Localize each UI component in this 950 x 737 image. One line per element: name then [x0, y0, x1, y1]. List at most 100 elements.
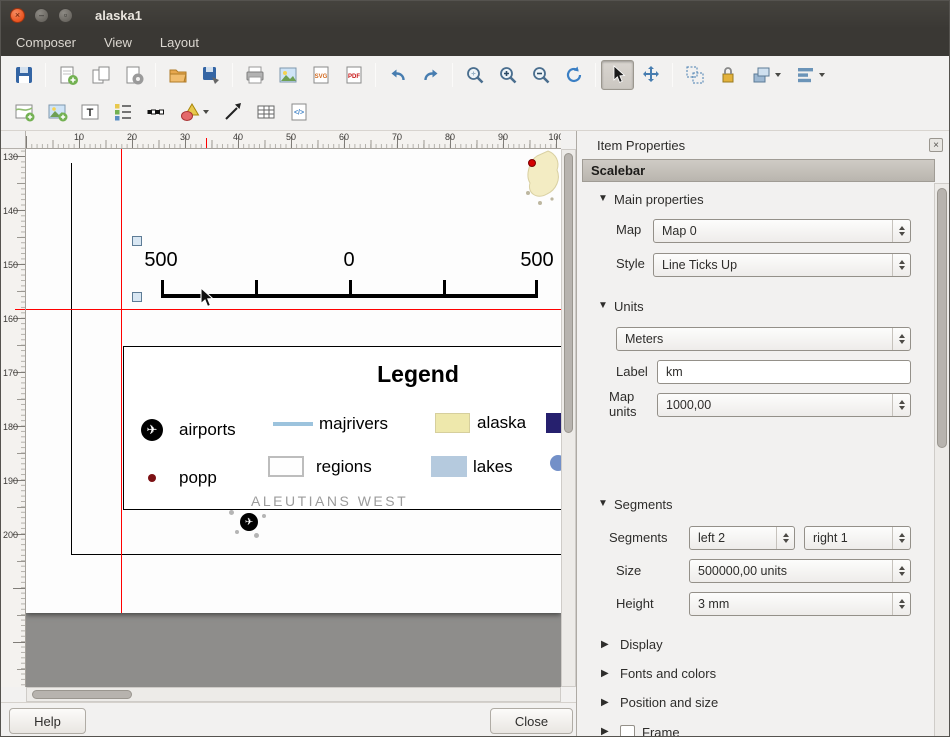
- section-expanded-icon[interactable]: ▼: [598, 193, 610, 204]
- frame-checkbox[interactable]: [620, 725, 635, 737]
- page-frame-line: [71, 163, 72, 554]
- duplicate-composer-button[interactable]: [84, 60, 117, 90]
- window-minimize-button[interactable]: –: [34, 8, 49, 23]
- ruler-label: 130: [1, 152, 25, 162]
- section-expanded-icon[interactable]: ▼: [598, 498, 610, 509]
- undo-button[interactable]: [381, 60, 414, 90]
- legend-swatch-clipped: [546, 413, 561, 433]
- menu-composer[interactable]: Composer: [1, 29, 90, 56]
- add-scalebar-button[interactable]: [139, 97, 172, 127]
- add-arrow-icon: [222, 101, 244, 123]
- dropdown-arrow-icon: [203, 110, 209, 114]
- map-units-spinbox[interactable]: 1000,00: [657, 393, 911, 417]
- segments-left-spinbox[interactable]: left 2: [689, 526, 795, 550]
- window-title: alaska1: [95, 8, 142, 23]
- raise-items-button[interactable]: [744, 60, 788, 90]
- move-content-button[interactable]: [634, 60, 667, 90]
- scalebar-label: 500: [505, 249, 561, 272]
- size-spinbox[interactable]: 500000,00 units: [689, 559, 911, 583]
- canvas-vertical-scrollbar[interactable]: [561, 149, 576, 687]
- redo-icon: [420, 64, 442, 86]
- panel-scrollbar[interactable]: [934, 183, 950, 737]
- add-legend-button[interactable]: [106, 97, 139, 127]
- svg-text:SVG: SVG: [314, 74, 327, 80]
- add-image-button[interactable]: [40, 97, 73, 127]
- segments-right-spinbox[interactable]: right 1: [804, 526, 911, 550]
- window-close-button[interactable]: ×: [10, 8, 25, 23]
- export-pdf-button[interactable]: PDF: [337, 60, 370, 90]
- section-display[interactable]: Display: [620, 637, 663, 652]
- style-combobox[interactable]: Line Ticks Up: [653, 253, 911, 277]
- zoom-in-button[interactable]: [491, 60, 524, 90]
- add-html-button[interactable]: </>: [282, 97, 315, 127]
- add-arrow-button[interactable]: [216, 97, 249, 127]
- section-units[interactable]: Units: [614, 299, 644, 314]
- spin-arrows-icon: [776, 527, 794, 549]
- add-map-button[interactable]: [7, 97, 40, 127]
- save-project-button[interactable]: [7, 60, 40, 90]
- load-template-button[interactable]: [161, 60, 194, 90]
- spin-arrows-icon: [892, 394, 910, 416]
- canvas-horizontal-scrollbar[interactable]: [26, 687, 561, 702]
- add-html-icon: </>: [288, 101, 310, 123]
- minimize-icon: –: [39, 10, 44, 20]
- window-maximize-button[interactable]: ▫: [58, 8, 73, 23]
- mouse-cursor: [199, 287, 215, 309]
- selection-handle[interactable]: [132, 292, 142, 302]
- map-item-alaska[interactable]: [518, 149, 561, 211]
- section-main-properties[interactable]: Main properties: [614, 192, 704, 207]
- ruler-label: 160: [1, 314, 25, 324]
- align-items-button[interactable]: [788, 60, 832, 90]
- segments-left-value: left 2: [698, 527, 725, 549]
- legend-title: Legend: [358, 361, 478, 388]
- section-collapsed-icon[interactable]: ▶: [601, 697, 613, 708]
- ruler-label: 90: [492, 132, 514, 142]
- section-fonts-and-colors[interactable]: Fonts and colors: [620, 666, 716, 681]
- legend-frame-line: [123, 509, 561, 510]
- section-frame[interactable]: Frame: [642, 725, 680, 737]
- export-svg-icon: SVG: [310, 64, 332, 86]
- add-label-button[interactable]: T: [73, 97, 106, 127]
- composition-canvas[interactable]: 500 0 500 ALEUTIANS WEST Legend ✈ airpor…: [26, 149, 561, 687]
- help-button[interactable]: Help: [9, 708, 86, 734]
- add-attribute-table-button[interactable]: [249, 97, 282, 127]
- close-button[interactable]: Close: [490, 708, 573, 734]
- raise-items-icon: [751, 64, 773, 86]
- section-expanded-icon[interactable]: ▼: [598, 300, 610, 311]
- zoom-out-icon: [530, 64, 552, 86]
- section-segments[interactable]: Segments: [614, 497, 673, 512]
- print-button[interactable]: [238, 60, 271, 90]
- group-items-button[interactable]: [678, 60, 711, 90]
- unit-label-input[interactable]: km: [657, 360, 911, 384]
- composer-manager-button[interactable]: [117, 60, 150, 90]
- selection-handle[interactable]: [132, 236, 142, 246]
- scrollbar-thumb[interactable]: [32, 690, 132, 699]
- add-shape-button[interactable]: [172, 97, 216, 127]
- item-properties-panel: Item Properties × Scalebar ▼ Main proper…: [576, 131, 950, 737]
- section-collapsed-icon[interactable]: ▶: [601, 668, 613, 679]
- units-combobox[interactable]: Meters: [616, 327, 911, 351]
- redo-button[interactable]: [414, 60, 447, 90]
- section-collapsed-icon[interactable]: ▶: [601, 639, 613, 650]
- new-composer-button[interactable]: [51, 60, 84, 90]
- zoom-full-button[interactable]: [458, 60, 491, 90]
- move-item-button[interactable]: [601, 60, 634, 90]
- save-template-button[interactable]: [194, 60, 227, 90]
- zoom-out-button[interactable]: [524, 60, 557, 90]
- height-spinbox[interactable]: 3 mm: [689, 592, 911, 616]
- scrollbar-thumb[interactable]: [564, 153, 573, 433]
- scrollbar-thumb[interactable]: [937, 188, 947, 448]
- export-image-button[interactable]: [271, 60, 304, 90]
- section-collapsed-icon[interactable]: ▶: [601, 726, 613, 737]
- segments-label: Segments: [609, 530, 668, 545]
- section-position-and-size[interactable]: Position and size: [620, 695, 718, 710]
- lock-items-button[interactable]: [711, 60, 744, 90]
- menu-layout[interactable]: Layout: [146, 29, 213, 56]
- refresh-button[interactable]: [557, 60, 590, 90]
- map-combobox[interactable]: Map 0: [653, 219, 911, 243]
- menu-view[interactable]: View: [90, 29, 146, 56]
- duplicate-composer-icon: [90, 64, 112, 86]
- export-svg-button[interactable]: SVG: [304, 60, 337, 90]
- panel-close-button[interactable]: ×: [929, 138, 943, 152]
- ruler-label: 50: [280, 132, 302, 142]
